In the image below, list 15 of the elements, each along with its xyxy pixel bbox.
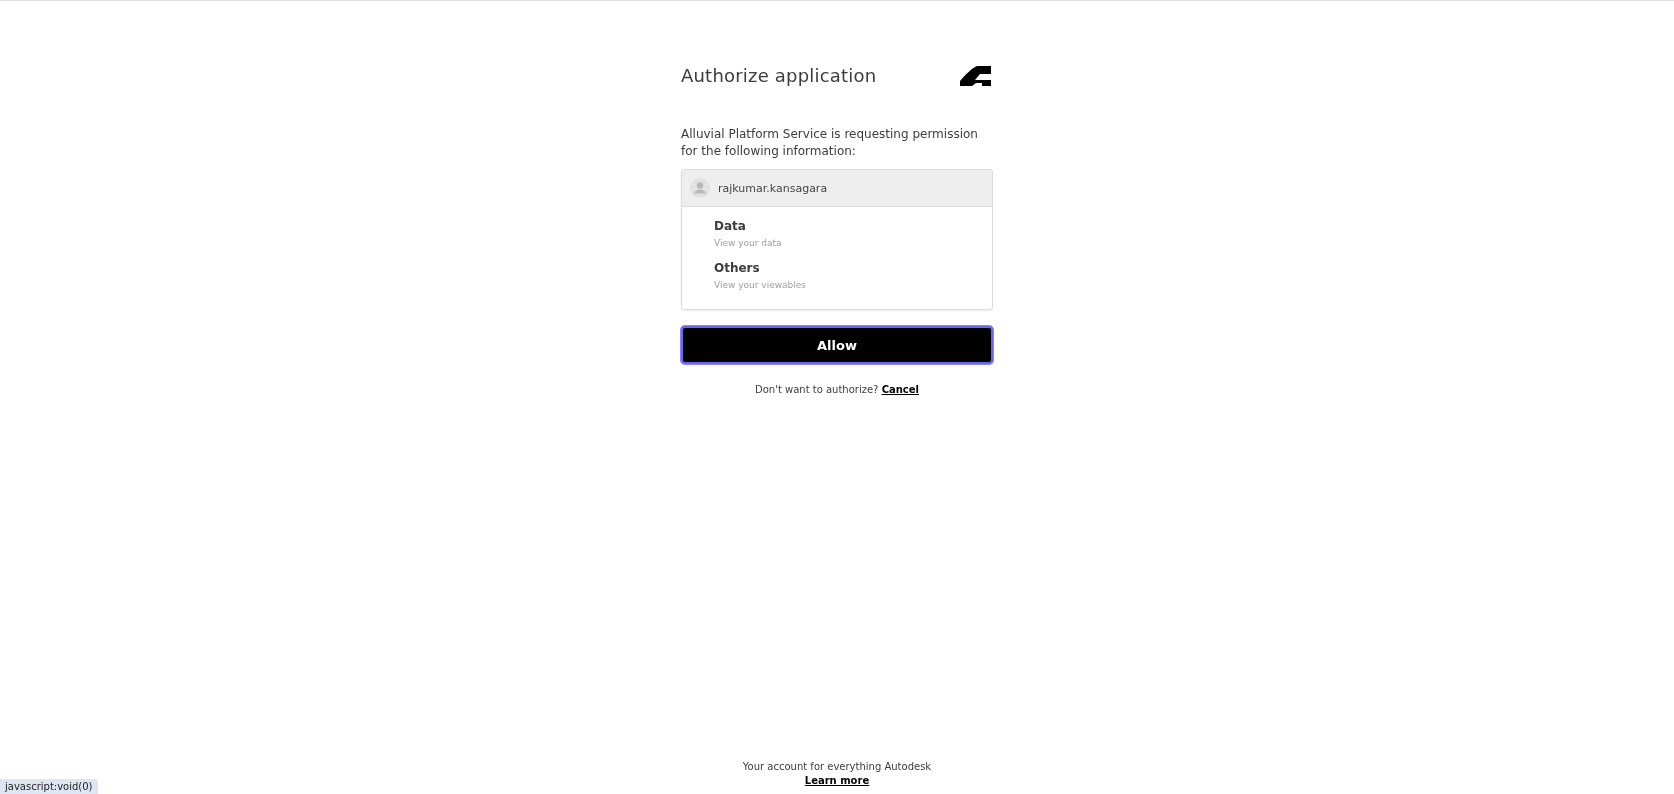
status-bar-url: javascript:void(0) [0, 779, 98, 794]
page-title: Authorize application [681, 65, 877, 86]
cancel-link[interactable]: Cancel [881, 384, 919, 395]
avatar-icon [690, 178, 710, 198]
footer-tagline: Your account for everything Autodesk [742, 761, 932, 772]
username: rajkumar.kansagara [718, 181, 828, 195]
permission-description: View your data [714, 238, 782, 248]
decline-prompt: Don't want to authorize? [755, 384, 879, 395]
allow-button[interactable]: Allow [681, 326, 993, 364]
learn-more-link[interactable]: Learn more [804, 775, 870, 786]
permission-title: Others [714, 261, 760, 275]
permission-description: View your viewables [714, 280, 806, 290]
permission-title: Data [714, 219, 746, 233]
logo-icon [960, 65, 991, 86]
permission-request-text: Alluvial Platform Service is requesting permission for the following information: [681, 126, 979, 160]
